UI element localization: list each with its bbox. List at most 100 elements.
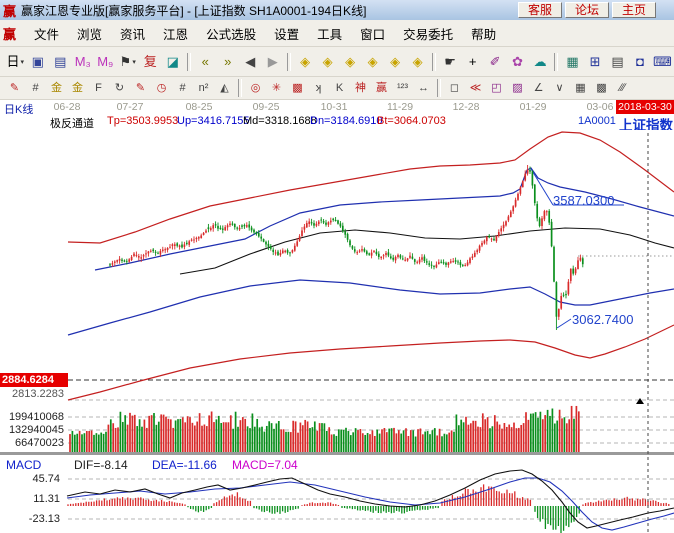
app-window: 赢 赢家江恩专业版[赢家服务平台] - [上证指数 SH1A0001-194日K… bbox=[0, 0, 674, 533]
menu-item-3[interactable]: 资讯 bbox=[111, 26, 154, 44]
draw-pen-icon[interactable]: ✎ bbox=[4, 79, 25, 98]
indicator-name[interactable]: 极反通道 bbox=[50, 115, 94, 131]
target-circle-icon[interactable]: ◎ bbox=[245, 79, 266, 98]
candles-layer bbox=[109, 165, 584, 330]
zoom-diamond-6-icon[interactable]: ◈ bbox=[406, 50, 429, 74]
window-title: 赢家江恩专业版[赢家服务平台] - [上证指数 SH1A0001-194日K线] bbox=[21, 2, 515, 19]
parallel-lines-icon[interactable]: ∕∕∕ bbox=[612, 79, 633, 98]
ying-grid-icon[interactable]: 赢 bbox=[371, 79, 392, 98]
stock-code: 1A0001 bbox=[578, 115, 616, 127]
chart-canvas[interactable] bbox=[0, 130, 674, 533]
calendar-icon[interactable]: ▦ bbox=[561, 50, 584, 74]
wave-major-icon[interactable]: M₉ bbox=[94, 50, 117, 74]
box-diagonal-icon[interactable]: ▨ bbox=[507, 79, 528, 98]
titlebar-buttons: 客服 论坛 主页 bbox=[515, 2, 656, 18]
spiral-icon[interactable]: ↻ bbox=[109, 79, 130, 98]
titlebar: 赢 赢家江恩专业版[赢家服务平台] - [上证指数 SH1A0001-194日K… bbox=[0, 0, 674, 20]
menubar: 赢 文件浏览资讯江恩公式选股设置工具窗口交易委托帮助 bbox=[0, 20, 674, 47]
window-split-icon[interactable]: ▣ bbox=[27, 50, 50, 74]
date-tick-8: 01-29 bbox=[503, 101, 563, 113]
pan-hand-icon[interactable]: ☛ bbox=[439, 50, 462, 74]
price-level-badge: 2884.6284 bbox=[0, 373, 68, 387]
angle-paper-icon[interactable]: ◭ bbox=[214, 79, 235, 98]
macd-value: MACD=7.04 bbox=[232, 458, 298, 472]
macd-dif-value: DIF=-8.14 bbox=[74, 458, 128, 472]
menu-item-10[interactable]: 帮助 bbox=[462, 26, 505, 44]
date-tick-3: 08-25 bbox=[169, 101, 229, 113]
forum-button[interactable]: 论坛 bbox=[565, 2, 609, 18]
square-of-nine-icon[interactable]: n² bbox=[193, 79, 214, 98]
k-mark-a-icon[interactable]: ʞ bbox=[308, 79, 329, 98]
pane-splitter bbox=[0, 452, 674, 455]
info-panel-icon[interactable]: ▤ bbox=[49, 50, 72, 74]
date-tick-6: 11-29 bbox=[370, 101, 430, 113]
brush-icon[interactable]: ✎ bbox=[130, 79, 151, 98]
dense-grid-icon[interactable]: ▦ bbox=[570, 79, 591, 98]
menu-item-9[interactable]: 交易委托 bbox=[394, 26, 462, 44]
f-grid-icon[interactable]: F bbox=[88, 79, 109, 98]
menu-item-4[interactable]: 江恩 bbox=[154, 26, 197, 44]
save-icon[interactable]: ◘ bbox=[629, 50, 652, 74]
monitor-icon[interactable]: ⌨ bbox=[651, 50, 674, 74]
service-button[interactable]: 客服 bbox=[518, 2, 562, 18]
shen-grid-icon[interactable]: 神 bbox=[350, 79, 371, 98]
menu-item-5[interactable]: 公式选股 bbox=[197, 26, 265, 44]
kline-period-icon[interactable]: 日▾ bbox=[4, 50, 27, 74]
indicator-value-4: Dn=3184.6910 bbox=[310, 115, 382, 127]
gold-grid-b-icon[interactable]: 金 bbox=[67, 79, 88, 98]
gann-tools-icon[interactable]: ✿ bbox=[506, 50, 529, 74]
rect-tool-icon[interactable]: ◻ bbox=[444, 79, 465, 98]
menu-item-6[interactable]: 设置 bbox=[265, 26, 308, 44]
next-page-icon[interactable]: ▶ bbox=[261, 50, 284, 74]
crosshair-icon[interactable]: + bbox=[461, 50, 484, 74]
menu-item-1[interactable]: 文件 bbox=[25, 26, 68, 44]
zoom-diamond-2-icon[interactable]: ◈ bbox=[316, 50, 339, 74]
wave-minor-icon[interactable]: M₃ bbox=[72, 50, 95, 74]
macd-panel-label[interactable]: MACD bbox=[6, 458, 41, 472]
zoom-diamond-1-icon[interactable]: ◈ bbox=[294, 50, 317, 74]
volume-layer bbox=[69, 406, 580, 453]
macd-scale-1: 45.74 bbox=[0, 473, 60, 485]
star-grid-icon[interactable]: ✳ bbox=[266, 79, 287, 98]
first-page-icon[interactable]: « bbox=[194, 50, 217, 74]
menu-items: 文件浏览资讯江恩公式选股设置工具窗口交易委托帮助 bbox=[25, 24, 505, 43]
macd-scale-3: -23.13 bbox=[0, 513, 60, 525]
zoom-diamond-3-icon[interactable]: ◈ bbox=[339, 50, 362, 74]
macd-dea-value: DEA=-11.66 bbox=[152, 458, 217, 472]
box-target-icon[interactable]: ▩ bbox=[287, 79, 308, 98]
toolbar-separator bbox=[287, 53, 291, 71]
price-grid-icon[interactable]: # bbox=[172, 79, 193, 98]
zoom-diamond-5-icon[interactable]: ◈ bbox=[384, 50, 407, 74]
smart-analysis-icon[interactable]: ☁ bbox=[529, 50, 552, 74]
mark-flag-icon[interactable]: ⚑▾ bbox=[117, 50, 140, 74]
prev-page-icon[interactable]: ◀ bbox=[239, 50, 262, 74]
indicator-value-3: Md=3318.1688 bbox=[243, 115, 317, 127]
menu-item-8[interactable]: 窗口 bbox=[351, 26, 394, 44]
chart-area[interactable]: 3587.0300 3062.7400 2884.6284 2813.2283 … bbox=[0, 130, 674, 533]
colored-kline-icon[interactable]: ◪ bbox=[162, 50, 185, 74]
grid-basic-icon[interactable]: # bbox=[25, 79, 46, 98]
volume-axis-label-2: 132940045 bbox=[0, 424, 64, 436]
time-circle-icon[interactable]: ◷ bbox=[151, 79, 172, 98]
low-price-annotation: 3062.7400 bbox=[572, 312, 633, 327]
fan-lines-icon[interactable]: ≪ bbox=[465, 79, 486, 98]
zoom-diamond-4-icon[interactable]: ◈ bbox=[361, 50, 384, 74]
box-fan-icon[interactable]: ◰ bbox=[486, 79, 507, 98]
calculator-icon[interactable]: ⊞ bbox=[584, 50, 607, 74]
v-lines-icon[interactable]: ∨ bbox=[549, 79, 570, 98]
peak-price-annotation: 3587.0300 bbox=[553, 193, 614, 208]
k-mark-b-icon[interactable]: K bbox=[329, 79, 350, 98]
gold-grid-a-icon[interactable]: 金 bbox=[46, 79, 67, 98]
grid-box-icon[interactable]: ▩ bbox=[591, 79, 612, 98]
date-tick-7: 12-28 bbox=[436, 101, 496, 113]
last-page-icon[interactable]: » bbox=[216, 50, 239, 74]
trend-angle-icon[interactable]: ∠ bbox=[528, 79, 549, 98]
restore-rights-icon[interactable]: 复 bbox=[139, 50, 162, 74]
menu-item-7[interactable]: 工具 bbox=[308, 26, 351, 44]
width-measure-icon[interactable]: ↔ bbox=[413, 79, 434, 98]
menu-item-2[interactable]: 浏览 bbox=[68, 26, 111, 44]
notes-icon[interactable]: ▤ bbox=[606, 50, 629, 74]
measure-line-icon[interactable]: ✐ bbox=[484, 50, 507, 74]
grid-123-icon[interactable]: ¹²³ bbox=[392, 79, 413, 98]
home-button[interactable]: 主页 bbox=[612, 2, 656, 18]
